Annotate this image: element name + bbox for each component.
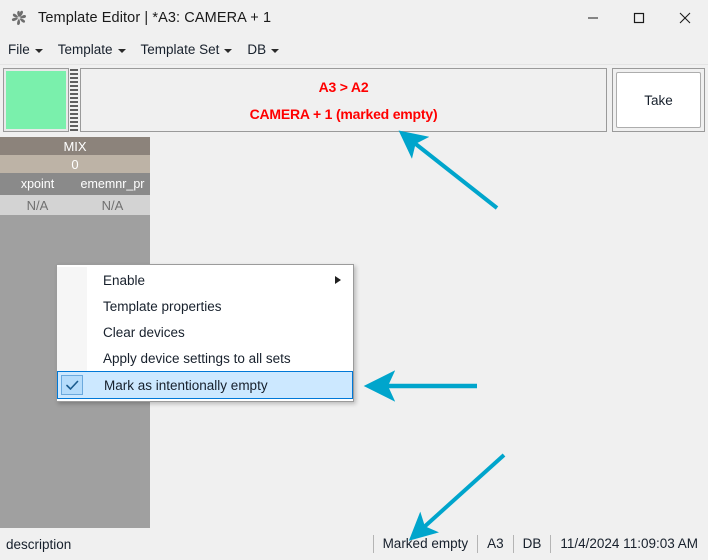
top-strip: A3 > A2 CAMERA + 1 (marked empty) Take xyxy=(0,66,708,136)
menu-gutter xyxy=(57,293,87,319)
chevron-down-icon xyxy=(271,48,280,53)
status-banner: A3 > A2 CAMERA + 1 (marked empty) xyxy=(80,68,607,132)
context-menu-item-clear-devices-label: Clear devices xyxy=(103,324,185,340)
chevron-down-icon xyxy=(117,48,126,53)
maximize-icon xyxy=(633,12,645,24)
status-panel-timestamp: 11/4/2024 11:09:03 AM xyxy=(550,535,700,553)
template-editor-window: Template Editor | *A3: CAMERA + 1 File T… xyxy=(0,0,708,560)
chevron-down-icon xyxy=(224,48,233,53)
status-description: description xyxy=(6,536,72,552)
chevron-right-icon xyxy=(335,276,341,284)
window-controls xyxy=(570,0,708,36)
grid-group-header-row: MIX xyxy=(0,137,150,155)
context-menu-item-template-properties-label: Template properties xyxy=(103,298,222,314)
chevron-down-icon xyxy=(34,48,43,53)
grid-index-label: 0 xyxy=(71,156,79,172)
context-menu-item-clear-devices[interactable]: Clear devices xyxy=(57,319,353,345)
maximize-button[interactable] xyxy=(616,0,662,36)
window-title: Template Editor | *A3: CAMERA + 1 xyxy=(38,10,272,26)
splitter-grip[interactable] xyxy=(70,69,78,131)
title-bar: Template Editor | *A3: CAMERA + 1 xyxy=(0,0,708,36)
menu-gutter xyxy=(57,345,87,371)
banner-route-line: A3 > A2 xyxy=(318,78,369,95)
context-menu-item-enable[interactable]: Enable xyxy=(57,267,353,293)
grid-column-header-ememnr[interactable]: ememnr_pr xyxy=(75,173,150,195)
menu-template-label: Template xyxy=(57,42,113,57)
status-panel-group: Marked empty A3 DB 11/4/2024 11:09:03 AM xyxy=(372,535,700,553)
grid-cell-ememnr-value[interactable]: N/A xyxy=(75,195,150,215)
menu-file-label: File xyxy=(8,42,30,57)
check-icon xyxy=(65,380,78,390)
arrow-to-marked-empty-status xyxy=(408,453,506,541)
take-button[interactable]: Take xyxy=(616,72,701,128)
menu-template[interactable]: Template xyxy=(50,39,133,61)
grid-index-row: 0 xyxy=(0,155,150,173)
menu-gutter xyxy=(57,319,87,345)
menu-db[interactable]: DB xyxy=(239,39,286,61)
status-bar: description Marked empty A3 DB 11/4/2024… xyxy=(0,528,708,560)
close-icon xyxy=(679,12,691,24)
context-menu-item-enable-label: Enable xyxy=(103,272,146,288)
take-button-frame: Take xyxy=(612,68,705,132)
checked-indicator xyxy=(61,375,83,395)
banner-source-line: CAMERA + 1 (marked empty) xyxy=(249,105,438,122)
status-panel-marked-empty: Marked empty xyxy=(372,535,478,553)
status-panel-set: A3 xyxy=(477,535,513,553)
preview-swatch-frame[interactable] xyxy=(3,68,69,132)
context-menu-item-mark-as-intentionally-empty[interactable]: Mark as intentionally empty xyxy=(57,371,353,399)
minimize-button[interactable] xyxy=(570,0,616,36)
context-menu-item-mark-as-intentionally-empty-label: Mark as intentionally empty xyxy=(104,377,268,393)
grid-cell-xpoint-value[interactable]: N/A xyxy=(0,195,75,215)
menu-gutter xyxy=(57,267,87,293)
menu-template-set[interactable]: Template Set xyxy=(133,39,240,61)
menu-file[interactable]: File xyxy=(0,39,50,61)
minimize-icon xyxy=(588,17,598,19)
context-menu-item-apply-device-settings[interactable]: Apply device settings to all sets xyxy=(57,345,353,371)
table-row[interactable]: N/A N/A xyxy=(0,195,150,215)
grid-column-header-xpoint[interactable]: xpoint xyxy=(0,173,75,195)
pinwheel-app-icon xyxy=(9,8,29,28)
preview-swatch[interactable] xyxy=(6,71,66,129)
context-menu-item-apply-device-settings-label: Apply device settings to all sets xyxy=(103,350,291,366)
status-panel-db: DB xyxy=(512,535,551,553)
menu-template-set-label: Template Set xyxy=(140,42,220,57)
grid-group-label: MIX xyxy=(63,138,87,154)
close-button[interactable] xyxy=(662,0,708,36)
context-menu-item-template-properties[interactable]: Template properties xyxy=(57,293,353,319)
arrow-to-banner xyxy=(398,130,499,210)
grid-column-header-row: xpoint ememnr_pr xyxy=(0,173,150,195)
menu-bar: File Template Template Set DB xyxy=(0,36,708,65)
menu-db-label: DB xyxy=(247,42,267,57)
context-menu[interactable]: Enable Template properties Clear devices… xyxy=(56,264,354,402)
